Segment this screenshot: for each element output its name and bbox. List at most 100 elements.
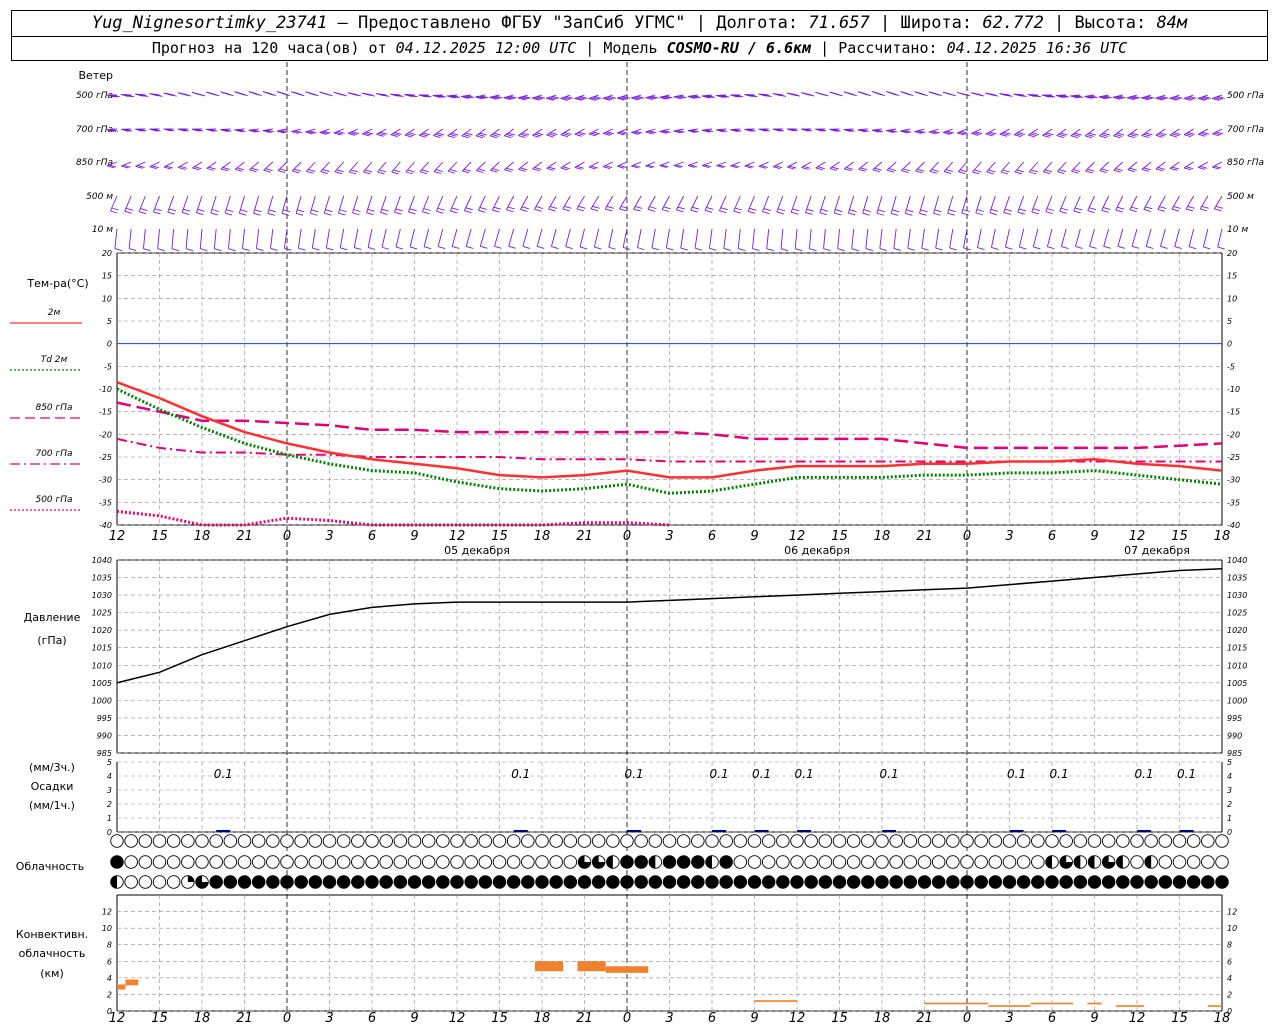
cloud-icon-2-34 xyxy=(591,875,606,889)
cloud-circle xyxy=(846,834,861,848)
wind-barb-staff xyxy=(758,161,769,167)
cloud-icon-2-3 xyxy=(152,875,167,889)
cloud-fill-full xyxy=(479,875,492,889)
wind-barb-staff xyxy=(1060,228,1067,247)
cloud-icon-0-29 xyxy=(521,834,535,848)
cloud-fill-half xyxy=(649,855,656,869)
wind-level-right-1: 700 гПа xyxy=(1227,125,1264,135)
wind-barb-4-68 xyxy=(1075,228,1083,249)
cloud-circle xyxy=(1201,855,1215,869)
wind-barb-2-42 xyxy=(702,161,713,168)
wind-barb-feather xyxy=(451,207,459,211)
cloud-icon-2-76 xyxy=(1186,875,1201,889)
cloud-fill-full xyxy=(266,875,280,889)
wind-barb-staff xyxy=(1089,228,1095,247)
wind-barb-feather xyxy=(183,208,191,212)
precip-label-1: 0.1 xyxy=(511,767,530,781)
wind-barb-feather xyxy=(534,167,542,170)
cloud-icon-1-4 xyxy=(166,855,181,869)
conv-bar-6 xyxy=(924,1002,989,1005)
wind-barb-feather xyxy=(1141,168,1149,172)
wind-barb-3-61 xyxy=(975,195,984,216)
wind-barb-staff xyxy=(588,161,599,168)
cloud-icon-0-44 xyxy=(733,834,748,848)
wind-barb-2-32 xyxy=(560,161,571,171)
cloud-icon-1-77 xyxy=(1201,855,1215,869)
cloud-icon-0-15 xyxy=(322,834,337,848)
precip-label-2: 0.1 xyxy=(625,767,644,781)
wind-barb-feather xyxy=(506,167,514,171)
wind-barb-feather xyxy=(196,212,204,216)
wind-barb-4-70 xyxy=(1103,228,1111,249)
precip-ytick-left-4: 1 xyxy=(107,814,112,823)
wind-barb-feather xyxy=(310,212,318,216)
time-tick-bottom-24: 12 xyxy=(1129,1011,1146,1024)
cloud-circle xyxy=(209,834,223,848)
conv-ytick-left-6: 0 xyxy=(107,1007,112,1016)
cloud-circle xyxy=(634,834,648,848)
wind-barb-feather xyxy=(948,93,956,97)
wind-barb-0-5 xyxy=(177,92,191,97)
wind-barb-1-66 xyxy=(1042,128,1054,138)
cloud-icon-0-55 xyxy=(889,834,903,848)
cloud-icon-0-11 xyxy=(266,834,280,848)
wind-barb-0-32 xyxy=(560,94,574,101)
cloud-fill-full xyxy=(974,875,988,889)
wind-barb-feather xyxy=(297,93,305,97)
wind-barb-4-28 xyxy=(508,228,516,249)
wind-barb-feather xyxy=(492,209,500,213)
wind-barb-feather xyxy=(1155,168,1164,172)
cloud-circle xyxy=(294,834,308,848)
cloud-icon-1-30 xyxy=(535,855,549,869)
cloud-circle xyxy=(761,834,776,848)
precip-label-5: 0.1 xyxy=(795,767,814,781)
cloud-fill-full xyxy=(1017,875,1030,889)
wind-barb-feather xyxy=(1059,169,1067,173)
wind-barb-feather xyxy=(1200,208,1208,212)
wind-barb-0-73 xyxy=(1141,94,1155,101)
wind-barb-feather xyxy=(270,248,278,251)
wind-barb-0-28 xyxy=(503,94,517,101)
pressure-ytick-left-11: 985 xyxy=(97,749,112,758)
wind-barb-feather xyxy=(1171,208,1180,212)
wind-barb-0-61 xyxy=(971,92,985,97)
wind-barb-feather xyxy=(157,248,165,252)
wind-barb-2-14 xyxy=(306,161,316,174)
wind-barb-feather xyxy=(168,208,177,212)
wind-barb-2-6 xyxy=(192,161,203,171)
wind-barb-feather xyxy=(279,168,287,172)
wind-barb-feather xyxy=(849,93,857,97)
cloud-icon-2-30 xyxy=(535,875,549,889)
wind-barb-feather xyxy=(433,171,442,174)
wind-barb-4-14 xyxy=(311,228,320,251)
wind-barb-3-49 xyxy=(805,195,814,215)
precip-ytick-right-1: 4 xyxy=(1227,772,1232,781)
temp-ytick-left-5: -5 xyxy=(104,362,112,371)
cloud-fill-full xyxy=(762,875,775,889)
cloud-circle xyxy=(181,855,195,869)
wind-barb-feather xyxy=(281,212,290,216)
cloud-icon-2-16 xyxy=(336,875,351,889)
cloud-circle xyxy=(1002,855,1017,869)
wind-barb-4-30 xyxy=(536,228,545,249)
precip-ytick-right-3: 2 xyxy=(1227,800,1232,809)
precip-label-10: 0.1 xyxy=(1177,767,1196,781)
wind-barb-feather xyxy=(1127,169,1135,173)
cloud-circle xyxy=(1172,855,1187,869)
wind-barb-0-7 xyxy=(206,91,220,97)
wind-barb-staff xyxy=(977,228,982,248)
wind-barb-4-6 xyxy=(199,228,208,252)
cloud-circle xyxy=(676,834,691,848)
wind-barb-feather xyxy=(1043,171,1051,175)
cloud-fill-half xyxy=(1074,855,1081,869)
cloud-circle xyxy=(591,834,606,848)
wind-barb-3-65 xyxy=(1031,195,1041,215)
wind-barb-3-20 xyxy=(394,195,403,215)
wind-barb-feather xyxy=(637,247,645,251)
wind-barb-0-1 xyxy=(121,94,135,98)
cloud-fill-full xyxy=(932,875,945,889)
wind-barb-feather xyxy=(921,247,929,251)
wind-barb-feather xyxy=(723,248,731,251)
wind-barb-0-23 xyxy=(432,94,446,98)
wind-barb-4-50 xyxy=(823,228,831,252)
